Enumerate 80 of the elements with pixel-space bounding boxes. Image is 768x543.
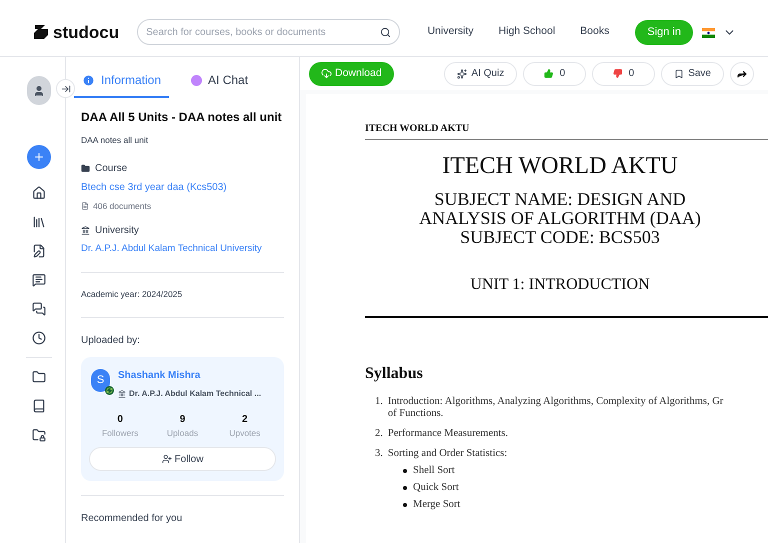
university-icon [118,390,126,398]
unit-heading: UNIT 1: INTRODUCTION [470,275,650,295]
list-text: Quick Sort [413,482,459,494]
bookmark-icon [674,68,684,78]
like-button[interactable]: 0 [523,62,586,86]
clock-icon[interactable] [32,331,46,345]
folder-icon [81,164,90,173]
dislike-button[interactable]: 0 [592,62,656,86]
syllabus-heading: Syllabus [365,364,424,384]
list-text: Sorting and Order Statistics: [388,448,508,460]
course-link[interactable]: Btech cse 3rd year daa (Kcs503) [81,180,284,195]
stat-label: Uploads [166,426,198,440]
subject-line: ANALYSIS OF ALGORITHM (DAA) [419,209,701,228]
stat-value: 9 [180,412,186,426]
search-icon[interactable] [380,26,392,38]
university-link[interactable]: Dr. A.P.J. Abdul Kalam Technical University [81,242,284,256]
tab[interactable]: Information [74,67,170,98]
chat-orb-icon [191,74,202,86]
stat-value: 0 [117,412,123,426]
stat-value: 2 [242,412,248,426]
ai-quiz-button[interactable]: AI Quiz [444,62,518,86]
notebook-icon[interactable] [32,244,46,258]
bullet-icon [403,486,407,490]
folder-icon[interactable] [32,370,46,384]
list-number: 2. [375,428,383,440]
list-text: Introduction: Algorithms, Analyzing Algorithms, Complexity of Algorithms, Gr [388,396,724,408]
subject-line: SUBJECT NAME: DESIGN AND [434,190,686,209]
collapse-button[interactable] [56,79,75,98]
sparkles-icon [457,68,468,78]
user-icon [32,84,44,96]
badge-icon [105,386,114,394]
chat-icon[interactable] [32,273,46,287]
cloud-download-icon [321,68,332,79]
collapse-icon [60,84,70,94]
thumbs-down-icon [613,68,623,79]
thumbs-up-icon [544,68,554,79]
add-button[interactable] [26,145,50,169]
stat-label: Upvotes [229,426,260,440]
book-icon[interactable] [32,399,46,413]
list-text: of Functions. [388,408,444,420]
plus-icon [32,151,44,163]
share-button[interactable] [730,62,754,86]
list-text: Performance Measurements. [388,428,508,440]
library-icon[interactable] [32,215,46,229]
add-user-icon [162,454,172,464]
follow-button[interactable]: Follow [89,447,276,472]
university-icon [81,226,90,234]
list-text: Shell Sort [413,465,455,477]
messages-icon[interactable] [32,302,46,316]
section-heading: Recommended for you [81,512,184,526]
avatar[interactable] [26,76,50,105]
bullet-icon [403,469,407,473]
stat-label: Followers [102,426,138,440]
document-icon [81,202,89,210]
document-title: DAA All 5 Units - DAA notes all unit [81,109,283,126]
info-icon [82,74,95,86]
nav-link[interactable]: High School [498,24,556,40]
list-number: 3. [375,448,383,460]
logo[interactable]: studocu [53,20,120,45]
document-count: 406 documents [93,200,152,212]
section-heading: University [95,224,139,238]
flag-icon[interactable] [702,28,715,38]
folder-lock-icon[interactable] [32,428,46,442]
nav-link[interactable]: Books [580,24,610,40]
subject-line: SUBJECT CODE: BCS503 [460,228,660,247]
academic-year: Academic year: 2024/2025 [81,288,184,300]
list-number: 1. [375,396,383,409]
section-heading: Course [95,162,128,176]
uploader-institution: Dr. A.P.J. Abdul Kalam Technical ... [129,388,262,400]
document-description: DAA notes all unit [81,134,150,147]
section-heading: Uploaded by: [81,334,141,348]
running-head: ITECH WORLD AKTU [365,122,470,136]
document-heading: ITECH WORLD AKTU [442,152,678,180]
logo-icon [32,23,50,42]
tab[interactable]: AI Chat [183,67,256,98]
list-text: Merge Sort [413,499,460,511]
save-button[interactable]: Save [661,62,724,86]
home-icon[interactable] [32,186,46,200]
bullet-icon [403,503,407,507]
nav-link[interactable]: University [427,24,474,40]
